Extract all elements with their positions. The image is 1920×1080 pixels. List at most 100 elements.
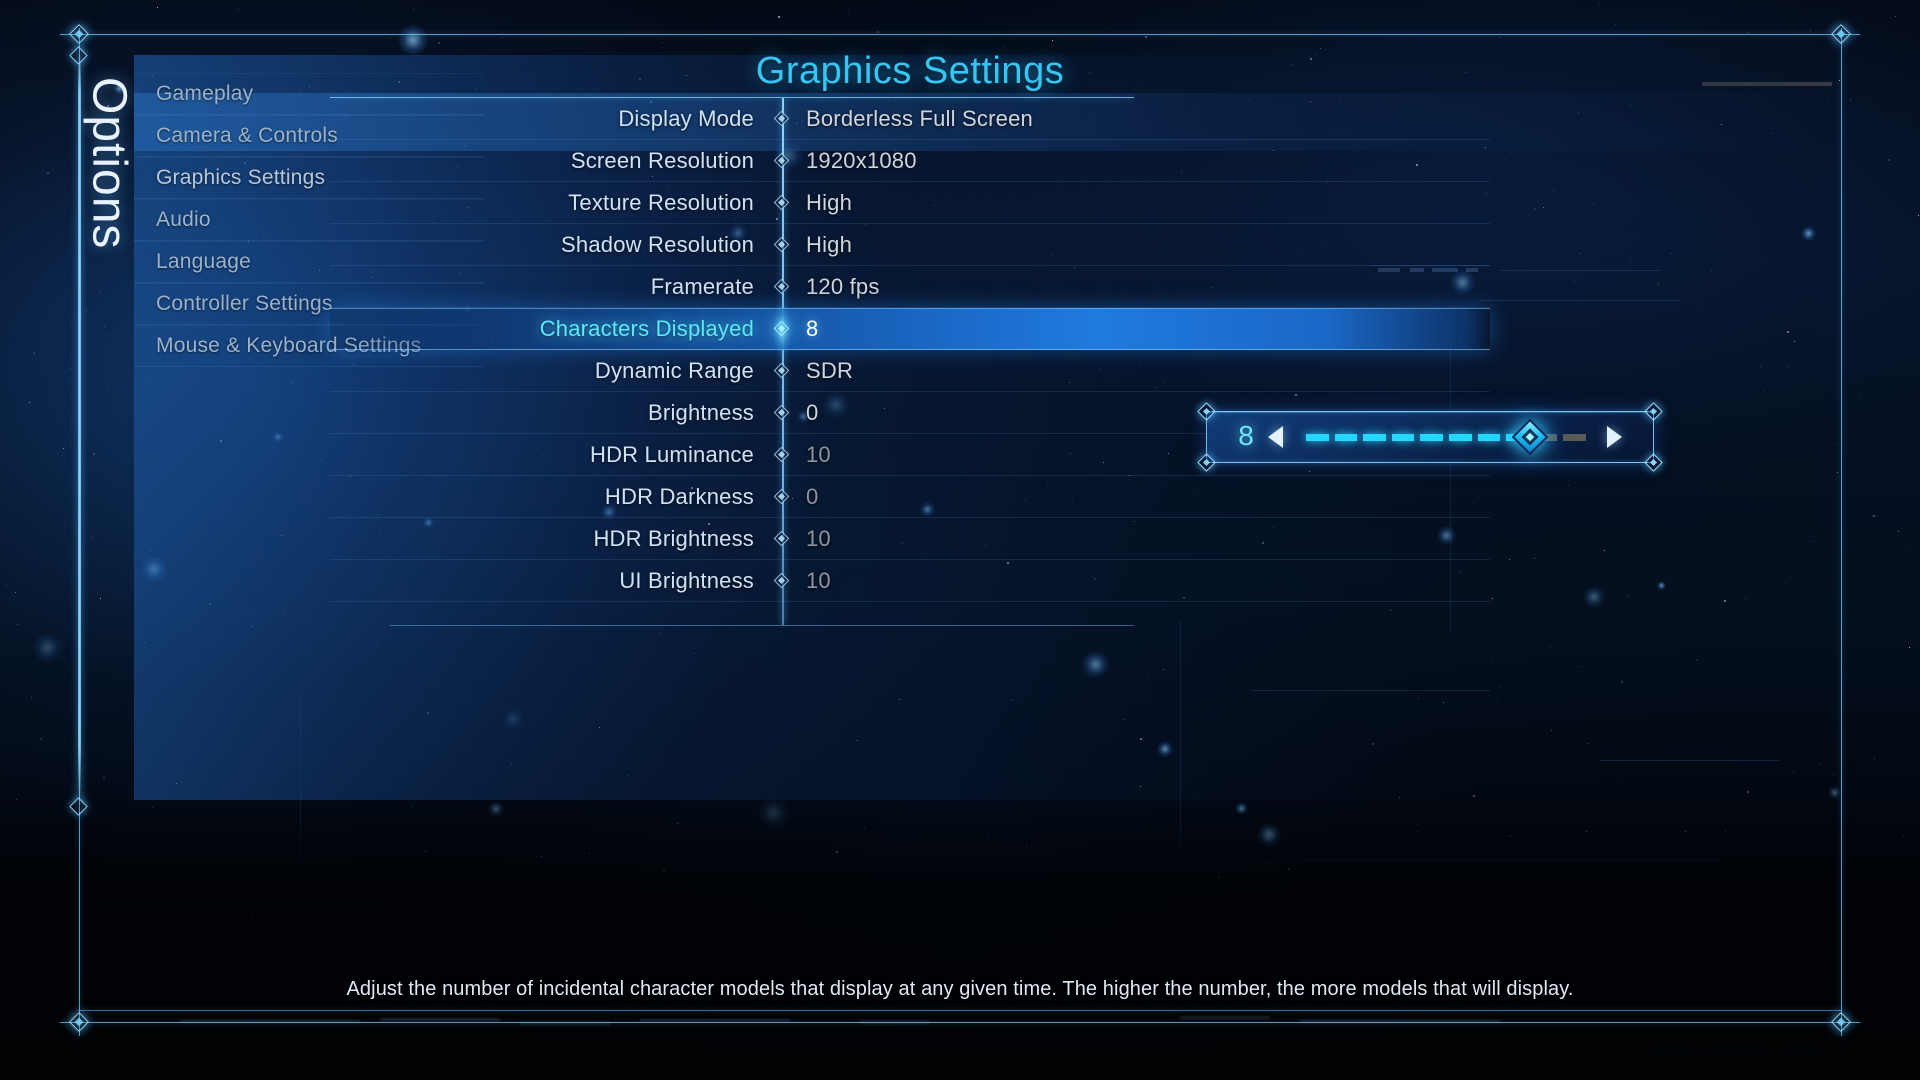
ground-streak	[1180, 1016, 1270, 1019]
page-title: Graphics Settings	[755, 50, 1065, 92]
star	[1836, 690, 1837, 691]
star	[1839, 80, 1840, 81]
options-label-text: Options	[82, 77, 136, 250]
characters-displayed-slider-popup[interactable]: 8	[1196, 402, 1664, 472]
star	[1833, 774, 1834, 775]
setting-row-ui-brightness[interactable]: UI Brightness 10	[330, 560, 1490, 602]
star	[31, 697, 32, 698]
setting-row-dynamic-range[interactable]: Dynamic Range SDR	[330, 350, 1490, 392]
star	[1052, 40, 1053, 41]
setting-value[interactable]: Borderless Full Screen	[782, 106, 1033, 132]
setting-row-hdr-brightness[interactable]: HDR Brightness 10	[330, 518, 1490, 560]
setting-label: Display Mode	[618, 105, 754, 131]
slider-decrement-arrow-icon[interactable]	[1268, 426, 1283, 448]
setting-description-text: Adjust the number of incidental characte…	[346, 978, 1574, 1000]
setting-label: HDR Brightness	[593, 525, 754, 551]
star	[778, 16, 780, 18]
star	[1873, 515, 1875, 517]
sidebar-item-label: Audio	[156, 208, 211, 231]
star	[47, 172, 49, 174]
ground-streak	[380, 1018, 500, 1021]
slider-segment	[1477, 433, 1501, 441]
setting-value[interactable]: 10	[782, 526, 831, 552]
star	[502, 37, 503, 38]
setting-value[interactable]: 120 fps	[782, 274, 880, 300]
star	[6, 585, 7, 586]
sidebar-item-label: Language	[156, 250, 252, 273]
setting-row-shadow-resolution[interactable]: Shadow Resolution High	[330, 224, 1490, 266]
setting-row-texture-resolution[interactable]: Texture Resolution High	[330, 182, 1490, 224]
sidebar-item-label: Graphics Settings	[156, 166, 326, 189]
footer-rule	[78, 1010, 1842, 1011]
setting-value[interactable]: SDR	[782, 358, 853, 384]
setting-label: Characters Displayed	[539, 316, 754, 341]
star	[40, 738, 42, 740]
slider-segment	[1448, 433, 1472, 441]
ground-streak	[640, 1019, 790, 1022]
star	[1145, 36, 1147, 38]
sidebar-item-label: Gameplay	[156, 82, 254, 105]
star	[1615, 24, 1616, 25]
ground-streak	[860, 1021, 930, 1024]
slider-segment	[1306, 433, 1329, 441]
setting-label: HDR Darkness	[604, 483, 754, 509]
setting-value[interactable]: High	[782, 232, 852, 258]
star	[1499, 37, 1500, 38]
slider-segment	[1334, 433, 1358, 441]
setting-row-framerate[interactable]: Framerate 120 fps	[330, 266, 1490, 308]
star	[1, 532, 2, 533]
star	[1320, 48, 1321, 49]
slider-popup-left-edge	[1206, 417, 1207, 457]
ground-streak	[180, 1020, 360, 1023]
setting-row-screen-resolution[interactable]: Screen Resolution 1920x1080	[330, 140, 1490, 182]
setting-value[interactable]: 1920x1080	[782, 148, 917, 174]
star	[1898, 531, 1899, 532]
slider-track[interactable]	[1306, 418, 1586, 456]
sidebar-item-label: Controller Settings	[156, 292, 333, 315]
settings-bottom-rule	[390, 625, 1134, 626]
settings-list: Display Mode Borderless Full Screen Screen…	[330, 97, 1490, 626]
star	[1874, 758, 1875, 759]
setting-label: Brightness	[648, 399, 754, 425]
setting-value[interactable]: 10	[782, 442, 831, 468]
star	[17, 624, 18, 625]
footer-description-area: Adjust the number of incidental characte…	[0, 978, 1920, 1001]
star	[1837, 472, 1838, 473]
setting-label: HDR Luminance	[589, 441, 754, 467]
star	[1895, 16, 1896, 17]
slider-value-readout: 8	[1238, 420, 1254, 451]
star	[1828, 100, 1829, 101]
star	[1908, 549, 1909, 550]
setting-row-characters-displayed[interactable]: Characters Displayed 8	[330, 295, 1490, 365]
star	[33, 352, 35, 354]
setting-row-hdr-darkness[interactable]: HDR Darkness 0	[330, 476, 1490, 518]
star	[157, 7, 158, 8]
slider-increment-arrow-icon[interactable]	[1607, 426, 1622, 448]
setting-label: Dynamic Range	[594, 357, 754, 383]
setting-row-display-mode[interactable]: Display Mode Borderless Full Screen	[330, 98, 1490, 140]
star	[848, 10, 849, 11]
settings-rows[interactable]: Display Mode Borderless Full Screen Screen…	[330, 98, 1490, 602]
slider-segment	[1363, 433, 1386, 441]
glow-dot	[33, 633, 62, 662]
star	[877, 31, 879, 33]
setting-label: UI Brightness	[619, 567, 754, 593]
star	[1004, 46, 1005, 47]
star	[1599, 3, 1600, 4]
ground-streak	[1300, 1020, 1500, 1023]
setting-value[interactable]: 10	[782, 568, 831, 594]
star	[1747, 32, 1748, 33]
star	[1845, 35, 1847, 37]
star	[389, 38, 390, 39]
star	[1554, 12, 1555, 13]
slider-segment	[1420, 433, 1443, 441]
setting-value[interactable]: High	[782, 190, 852, 216]
sidebar-item-label: Camera & Controls	[156, 124, 338, 147]
slider-segment	[1391, 433, 1415, 441]
star	[413, 9, 414, 10]
star	[1837, 443, 1838, 444]
setting-label: Screen Resolution	[570, 147, 754, 173]
ground-streak	[520, 1022, 610, 1025]
star	[1820, 763, 1821, 764]
star	[1850, 100, 1851, 101]
